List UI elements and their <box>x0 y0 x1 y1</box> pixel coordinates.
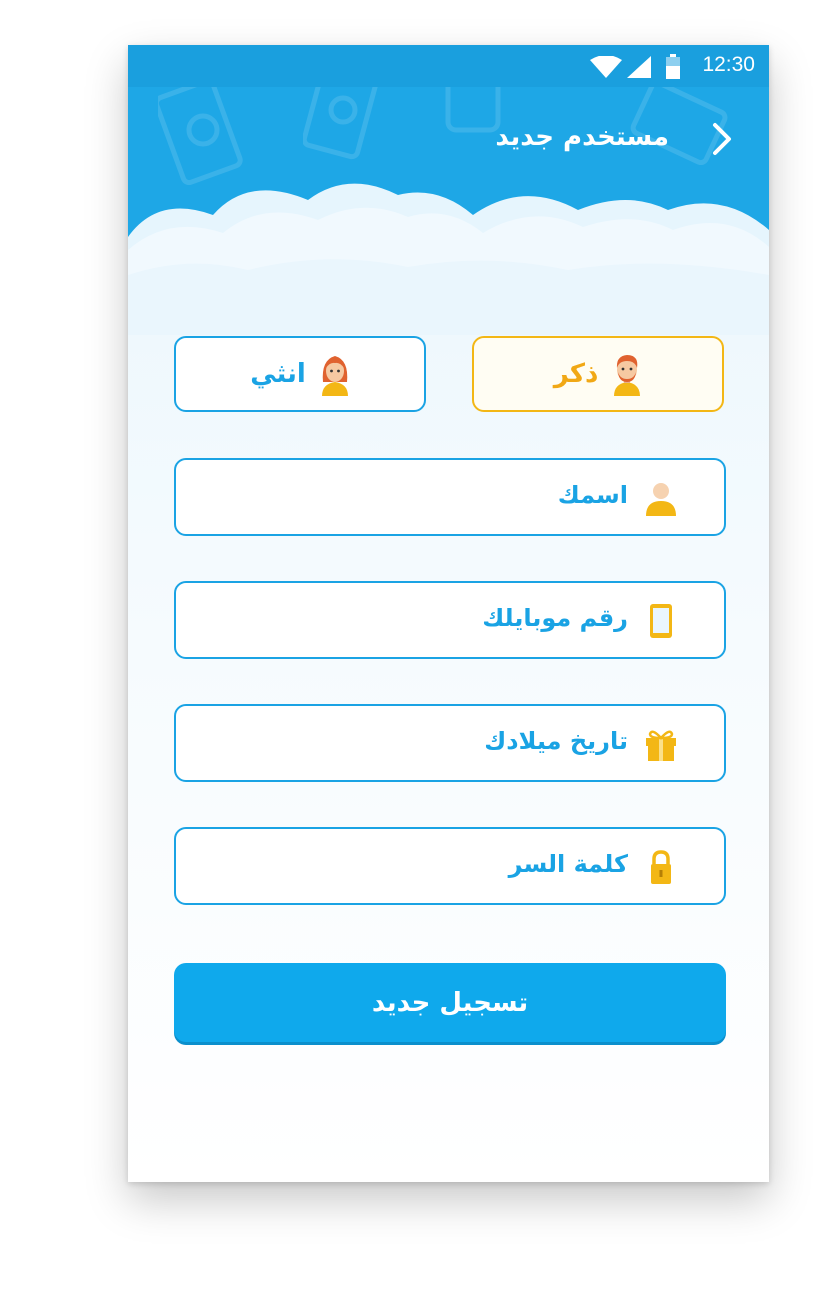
chevron-right-icon <box>713 123 731 155</box>
status-time: 12:30 <box>702 53 755 76</box>
battery-icon <box>666 54 680 79</box>
phone-screen: 12:30 مستخدم جديد ذكر انثي اسمك رقم موبا… <box>128 45 769 1182</box>
wifi-icon <box>590 56 622 78</box>
name-field[interactable]: اسمك <box>174 458 726 536</box>
mobile-phone-icon <box>650 604 672 638</box>
mobile-field[interactable]: رقم موبايلك <box>174 581 726 659</box>
back-button[interactable] <box>703 119 739 159</box>
screen-stage: 12:30 مستخدم جديد ذكر انثي اسمك رقم موبا… <box>0 0 829 1299</box>
birthdate-field[interactable]: تاريخ ميلادك <box>174 704 726 782</box>
cloud-decoration <box>128 183 769 335</box>
male-avatar-icon <box>614 355 641 396</box>
signal-icon <box>627 56 651 78</box>
gender-option-female[interactable]: انثي <box>174 336 426 412</box>
password-field-label: كلمة السر <box>508 850 628 878</box>
page-title: مستخدم جديد <box>495 122 669 152</box>
birthdate-field-label: تاريخ ميلادك <box>484 727 628 755</box>
female-avatar-icon <box>321 356 348 396</box>
gender-option-male[interactable]: ذكر <box>472 336 724 412</box>
gift-icon <box>646 730 676 761</box>
money-decoration-icon <box>158 78 243 185</box>
gender-label-male: ذكر <box>553 359 599 389</box>
lock-icon <box>651 850 671 884</box>
mobile-field-label: رقم موبايلك <box>482 604 628 632</box>
register-button[interactable]: تسجيل جديد <box>174 963 726 1042</box>
gender-label-female: انثي <box>250 359 306 389</box>
status-bar: 12:30 <box>128 45 769 87</box>
user-icon <box>646 483 676 516</box>
password-field[interactable]: كلمة السر <box>174 827 726 905</box>
name-field-label: اسمك <box>557 481 628 509</box>
